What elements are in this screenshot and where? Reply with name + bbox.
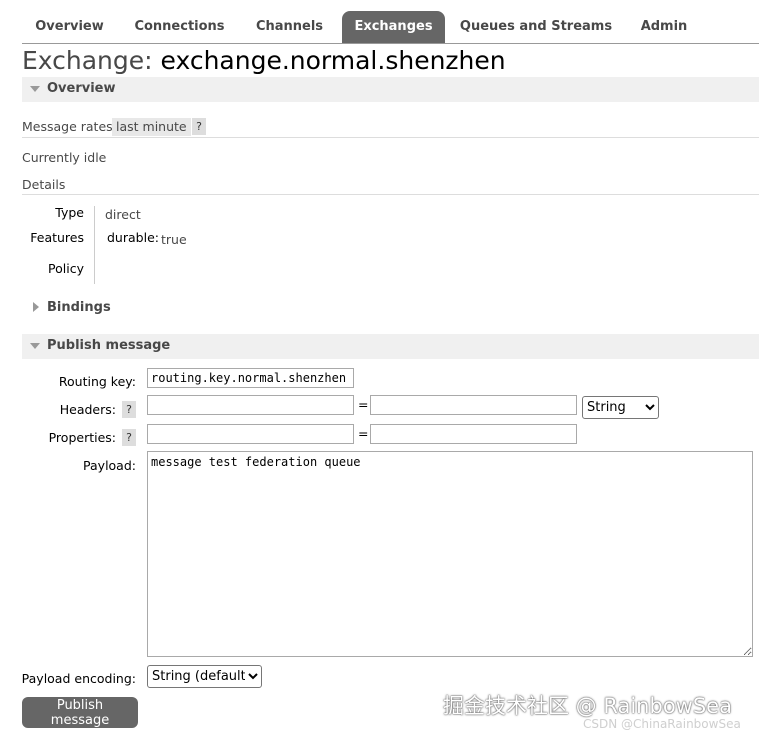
publish-message-button[interactable]: Publish message	[22, 697, 138, 728]
type-label: Type	[55, 205, 84, 220]
property-value-input[interactable]	[370, 424, 577, 444]
overview-section-label: Overview	[47, 81, 116, 96]
routing-key-label: Routing key:	[58, 374, 136, 389]
nav-divider	[22, 43, 759, 44]
payload-encoding-select[interactable]: String (default)	[147, 665, 262, 688]
equals-sign: =	[358, 397, 369, 412]
collapse-triangle-icon	[30, 86, 40, 92]
page-title: Exchange: exchange.normal.shenzhen	[22, 46, 506, 75]
tab-connections[interactable]: Connections	[124, 11, 235, 43]
headers-help-button[interactable]: ?	[122, 401, 136, 418]
headers-label: Headers:	[59, 402, 116, 417]
watermark-sub: CSDN @ChinaRainbowSea	[583, 717, 741, 731]
durable-key: durable:	[107, 230, 159, 245]
durable-value: true	[161, 232, 187, 247]
type-value: direct	[105, 207, 141, 222]
payload-label: Payload:	[83, 458, 136, 473]
tab-exchanges[interactable]: Exchanges	[342, 11, 445, 43]
routing-key-input[interactable]	[147, 368, 354, 388]
details-label: Details	[22, 177, 66, 192]
properties-label: Properties:	[48, 430, 116, 445]
publish-section-header[interactable]: Publish message	[22, 334, 759, 359]
rates-range-selector[interactable]: last minute	[112, 118, 191, 136]
idle-status: Currently idle	[22, 150, 107, 165]
tab-queues-and-streams[interactable]: Queues and Streams	[455, 11, 617, 43]
equals-sign: =	[358, 426, 369, 441]
details-divider	[22, 194, 759, 195]
exchange-name: exchange.normal.shenzhen	[160, 46, 506, 75]
page-title-prefix: Exchange:	[22, 46, 161, 75]
rates-help-button[interactable]: ?	[192, 118, 206, 135]
properties-help-button[interactable]: ?	[122, 429, 136, 446]
publish-section-label: Publish message	[47, 338, 171, 353]
bindings-section-header[interactable]: Bindings	[22, 296, 759, 321]
rates-divider	[22, 137, 759, 138]
features-label: Features	[30, 230, 84, 245]
tab-channels[interactable]: Channels	[242, 11, 337, 43]
header-key-input[interactable]	[147, 395, 354, 415]
policy-label: Policy	[48, 261, 84, 276]
overview-section-header[interactable]: Overview	[22, 77, 759, 102]
details-column-divider	[94, 206, 95, 284]
tab-overview[interactable]: Overview	[22, 11, 117, 43]
bindings-section-label: Bindings	[47, 300, 111, 315]
watermark-main: 掘金技术社区 @ RainbowSea	[443, 694, 732, 718]
header-value-input[interactable]	[370, 395, 577, 415]
header-type-select[interactable]: String	[582, 396, 659, 419]
expand-triangle-icon	[33, 302, 39, 312]
property-key-input[interactable]	[147, 424, 354, 444]
message-rates-label: Message rates	[22, 119, 113, 134]
payload-encoding-label: Payload encoding:	[21, 671, 136, 686]
payload-textarea[interactable]: message test federation queue	[147, 451, 753, 657]
collapse-triangle-icon	[30, 343, 40, 349]
tab-admin[interactable]: Admin	[625, 11, 703, 43]
